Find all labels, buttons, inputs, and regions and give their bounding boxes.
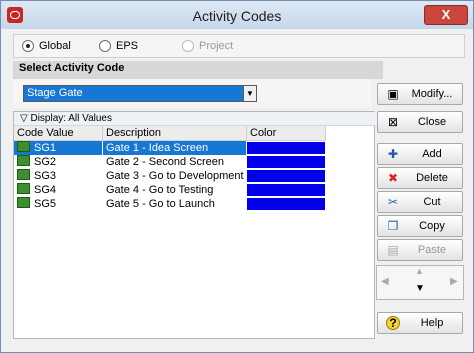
- activity-codes-dialog: Activity Codes X Global EPS Project Sele…: [0, 0, 474, 353]
- window-title: Activity Codes: [192, 8, 282, 24]
- description-cell: Gate 1 - Idea Screen: [103, 141, 246, 155]
- arrow-right-icon: ▶: [450, 276, 458, 287]
- window-edit-icon: ▣: [387, 87, 399, 101]
- delete-button-label: Delete: [416, 172, 448, 184]
- code-value-icon: [17, 183, 30, 194]
- code-value-icon: [17, 155, 30, 166]
- help-button-label: Help: [420, 317, 444, 329]
- plus-icon: ✚: [387, 147, 399, 161]
- copy-icon: ❐: [387, 219, 399, 233]
- color-swatch: [247, 170, 325, 182]
- modify-button[interactable]: ▣ Modify...: [377, 83, 463, 105]
- code-cell: SG3: [14, 169, 102, 183]
- description-cell: Gate 2 - Second Screen: [106, 156, 225, 168]
- column-header-description[interactable]: Description: [103, 126, 247, 141]
- code-value-icon: [17, 141, 30, 152]
- help-button[interactable]: ? Help: [377, 312, 463, 334]
- add-button[interactable]: ✚ Add: [377, 143, 463, 165]
- close-button[interactable]: ⊠ Close: [377, 111, 463, 133]
- radio-global-label: Global: [39, 40, 71, 52]
- arrow-left-icon: ◀: [381, 276, 389, 287]
- code-value-icon: [17, 197, 30, 208]
- paste-icon: ▤: [387, 243, 399, 257]
- table-row[interactable]: SG1 Gate 1 - Idea Screen: [14, 141, 374, 155]
- window-close-button[interactable]: X: [424, 5, 468, 25]
- code-cell: SG4: [14, 183, 102, 197]
- code-text: SG1: [34, 142, 57, 154]
- paste-button-label: Paste: [417, 244, 447, 256]
- color-swatch: [247, 142, 325, 154]
- table-row[interactable]: SG3 Gate 3 - Go to Development: [14, 169, 374, 183]
- activity-code-values-list: ▽ Display: All Values Code Value Descrip…: [13, 111, 380, 339]
- code-text: SG3: [34, 170, 57, 182]
- chevron-down-icon[interactable]: ▼: [243, 85, 257, 102]
- scissors-icon: ✂: [387, 195, 399, 209]
- radio-global-indicator: [22, 40, 34, 52]
- column-color-label: Color: [250, 127, 277, 139]
- column-header-code-value[interactable]: Code Value: [14, 126, 103, 141]
- arrow-up-icon: ▲: [415, 266, 424, 276]
- column-header-color[interactable]: Color: [247, 126, 326, 141]
- filter-chevron-icon: ▽: [20, 113, 31, 124]
- radio-project-indicator: [182, 40, 194, 52]
- radio-eps[interactable]: EPS: [99, 40, 138, 52]
- code-cell: SG2: [14, 155, 102, 169]
- paste-button: ▤ Paste: [377, 239, 463, 261]
- code-cell: SG1: [14, 141, 102, 155]
- copy-button[interactable]: ❐ Copy: [377, 215, 463, 237]
- close-window-icon: ⊠: [387, 115, 399, 129]
- add-button-label: Add: [422, 148, 442, 160]
- column-code-label: Code Value: [17, 127, 74, 139]
- code-text: SG4: [34, 184, 57, 196]
- radio-eps-indicator: [99, 40, 111, 52]
- question-icon: ?: [386, 316, 400, 330]
- table-row[interactable]: SG5 Gate 5 - Go to Launch: [14, 197, 374, 211]
- display-filter-bar[interactable]: ▽ Display: All Values: [14, 112, 380, 126]
- cut-button[interactable]: ✂ Cut: [377, 191, 463, 213]
- copy-button-label: Copy: [419, 220, 445, 232]
- scope-radio-group: Global EPS Project: [13, 34, 465, 58]
- close-button-label: Close: [417, 116, 447, 128]
- code-cell: SG5: [14, 197, 102, 211]
- description-cell: Gate 3 - Go to Development: [106, 170, 244, 182]
- color-swatch: [247, 198, 325, 210]
- display-filter-label: Display: All Values: [30, 113, 112, 124]
- table-row[interactable]: SG4 Gate 4 - Go to Testing: [14, 183, 374, 197]
- radio-eps-label: EPS: [116, 40, 139, 52]
- activity-code-select-row: Stage Gate ▼: [13, 79, 371, 107]
- radio-project-label: Project: [199, 40, 234, 52]
- move-arrows-pad: ◀ ▲ ▼ ▶: [376, 265, 464, 300]
- activity-code-dropdown[interactable]: Stage Gate: [23, 85, 247, 102]
- code-value-icon: [17, 169, 30, 180]
- color-swatch: [247, 156, 325, 168]
- arrow-down-icon[interactable]: ▼: [415, 283, 425, 294]
- modify-button-label: Modify...: [411, 88, 453, 100]
- color-swatch: [247, 184, 325, 196]
- title-bar: Activity Codes X: [1, 1, 473, 29]
- red-x-icon: ✖: [387, 171, 399, 185]
- code-text: SG2: [34, 156, 57, 168]
- radio-project: Project: [182, 40, 233, 52]
- table-row[interactable]: SG2 Gate 2 - Second Screen: [14, 155, 374, 169]
- cut-button-label: Cut: [423, 196, 441, 208]
- column-description-label: Description: [106, 127, 162, 139]
- select-activity-code-heading: Select Activity Code: [13, 61, 383, 79]
- delete-button[interactable]: ✖ Delete: [377, 167, 463, 189]
- radio-global[interactable]: Global: [22, 40, 71, 52]
- description-cell: Gate 4 - Go to Testing: [106, 184, 214, 196]
- code-text: SG5: [34, 198, 57, 210]
- description-cell: Gate 5 - Go to Launch: [106, 198, 215, 210]
